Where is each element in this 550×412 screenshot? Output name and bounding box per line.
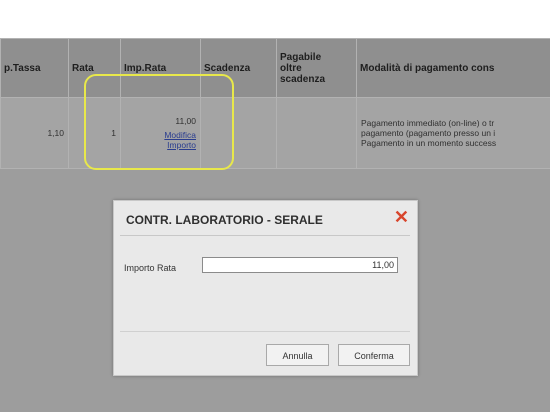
close-icon[interactable]: ✕ (394, 207, 409, 228)
header-pagabile-line-1: Pagabile (280, 51, 322, 63)
conferma-button[interactable]: Conferma (338, 344, 410, 366)
importo-rata-label: Importo Rata (124, 263, 177, 273)
highlight-circle (84, 74, 234, 170)
header-imp-tassa: p.Tassa (0, 38, 69, 98)
payments-table: p.Tassa Rata Imp.Rata Scadenza Pagabile … (0, 38, 550, 169)
table-row: 1,10 1 11,00 Modifica Importo Pagamento … (0, 97, 550, 169)
page-background-top (0, 0, 550, 38)
header-pagabile-oltre-scadenza: Pagabile oltre scadenza (276, 38, 357, 98)
dialog-title: CONTR. LABORATORIO - SERALE (126, 213, 323, 227)
dialog-title-divider (120, 235, 410, 236)
modalita-line-3: Pagamento in un momento success (361, 138, 497, 148)
importo-rata-input[interactable] (202, 257, 398, 273)
table-header-row: p.Tassa Rata Imp.Rata Scadenza Pagabile … (0, 38, 550, 98)
header-pagabile-line-2: oltre (280, 62, 302, 74)
header-pagabile-line-3: scadenza (280, 73, 326, 85)
cell-imp-tassa: 1,10 (0, 97, 69, 169)
modalita-line-1: Pagamento immediato (on-line) o tr (361, 118, 495, 128)
edit-amount-dialog: CONTR. LABORATORIO - SERALE ✕ Importo Ra… (113, 200, 418, 376)
annulla-button[interactable]: Annulla (266, 344, 329, 366)
cell-pagabile-oltre-scadenza (276, 97, 357, 169)
modalita-line-2: pagamento (pagamento presso un i (361, 128, 496, 138)
cell-modalita-pagamento: Pagamento immediato (on-line) o tr pagam… (356, 97, 550, 169)
header-modalita-pagamento: Modalità di pagamento cons (356, 38, 550, 98)
dialog-footer-divider (120, 331, 410, 332)
